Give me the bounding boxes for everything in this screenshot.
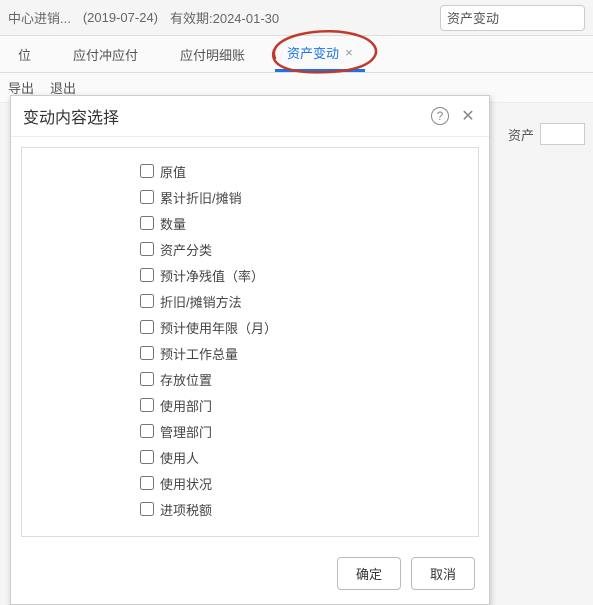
option-checkbox[interactable] <box>140 294 154 308</box>
option-label: 预计净残值（率） <box>160 266 264 285</box>
option-checkbox[interactable] <box>140 216 154 230</box>
asset-field-input[interactable] <box>540 123 585 145</box>
dialog-body: 原值累计折旧/摊销数量资产分类预计净残值（率） 折旧/摊销方法预计使用年限（月） 预… <box>21 147 479 537</box>
tab-item[interactable]: 应付冲应付 <box>61 36 150 72</box>
dialog-title: 变动内容选择 <box>23 104 119 128</box>
option-label: 资产分类 <box>160 240 212 259</box>
option-row[interactable]: 预计使用年限（月） <box>140 314 478 340</box>
option-row[interactable]: 资产分类 <box>140 236 478 262</box>
option-checkbox[interactable] <box>140 450 154 464</box>
tab-label: 资产变动 <box>287 43 339 62</box>
header-date: (2019-07-24) <box>83 10 158 25</box>
ok-button[interactable]: 确定 <box>337 557 401 590</box>
option-row[interactable]: 数量 <box>140 210 478 236</box>
tab-label: 应付冲应付 <box>73 45 138 64</box>
option-checkbox[interactable] <box>140 502 154 516</box>
option-checkbox[interactable] <box>140 164 154 178</box>
asset-field-label: 资产 <box>508 125 534 144</box>
option-row[interactable]: 存放位置 <box>140 366 478 392</box>
dialog-header: 变动内容选择 ? ✕ <box>11 96 489 137</box>
option-checkbox[interactable] <box>140 398 154 412</box>
search-box[interactable] <box>440 5 585 31</box>
search-input[interactable] <box>447 10 593 25</box>
option-checkbox[interactable] <box>140 320 154 334</box>
close-icon[interactable]: ✕ <box>459 107 477 125</box>
option-row[interactable]: 使用部门 <box>140 392 478 418</box>
option-row[interactable]: 使用人 <box>140 444 478 470</box>
tab-label: 位 <box>18 45 31 64</box>
option-label: 进项税额 <box>160 500 212 519</box>
option-label: 数量 <box>160 214 186 233</box>
option-label: 预计使用年限（月） <box>160 318 277 337</box>
help-icon[interactable]: ? <box>431 107 449 125</box>
tab-bar: 位 应付冲应付 应付明细账 资产变动 × <box>0 35 593 73</box>
option-checkbox[interactable] <box>140 268 154 282</box>
header-bar: 中心进销... (2019-07-24) 有效期:2024-01-30 <box>0 0 593 35</box>
option-checkbox[interactable] <box>140 190 154 204</box>
option-label: 管理部门 <box>160 422 212 441</box>
option-checkbox[interactable] <box>140 372 154 386</box>
header-validity: 有效期:2024-01-30 <box>170 8 279 27</box>
option-row[interactable]: 预计工作总量 <box>140 340 478 366</box>
option-label: 折旧/摊销方法 <box>160 292 242 311</box>
tab-asset-change[interactable]: 资产变动 × <box>275 36 365 72</box>
tab-item[interactable]: 应付明细账 <box>168 36 257 72</box>
change-content-dialog: 变动内容选择 ? ✕ 原值累计折旧/摊销数量资产分类预计净残值（率） 折旧/摊销方… <box>10 95 490 605</box>
option-checkbox[interactable] <box>140 346 154 360</box>
option-label: 存放位置 <box>160 370 212 389</box>
close-tab-icon[interactable]: × <box>345 45 353 60</box>
tab-item[interactable]: 位 <box>6 36 43 72</box>
option-label: 原值 <box>160 162 186 181</box>
option-checkbox[interactable] <box>140 242 154 256</box>
option-row[interactable]: 预计净残值（率） <box>140 262 478 288</box>
option-row[interactable]: 折旧/摊销方法 <box>140 288 478 314</box>
option-checkbox[interactable] <box>140 476 154 490</box>
option-label: 使用状况 <box>160 474 212 493</box>
option-label: 预计工作总量 <box>160 344 238 363</box>
option-row[interactable]: 使用状况 <box>140 470 478 496</box>
option-label: 使用人 <box>160 448 199 467</box>
option-label: 使用部门 <box>160 396 212 415</box>
cancel-button[interactable]: 取消 <box>411 557 475 590</box>
option-row[interactable]: 原值 <box>140 158 478 184</box>
option-label: 累计折旧/摊销 <box>160 188 242 207</box>
option-row[interactable]: 进项税额 <box>140 496 478 522</box>
option-row[interactable]: 管理部门 <box>140 418 478 444</box>
option-checkbox[interactable] <box>140 424 154 438</box>
tab-label: 应付明细账 <box>180 45 245 64</box>
title-truncated: 中心进销... <box>8 8 71 27</box>
dialog-footer: 确定 取消 <box>11 547 489 604</box>
option-row[interactable]: 累计折旧/摊销 <box>140 184 478 210</box>
